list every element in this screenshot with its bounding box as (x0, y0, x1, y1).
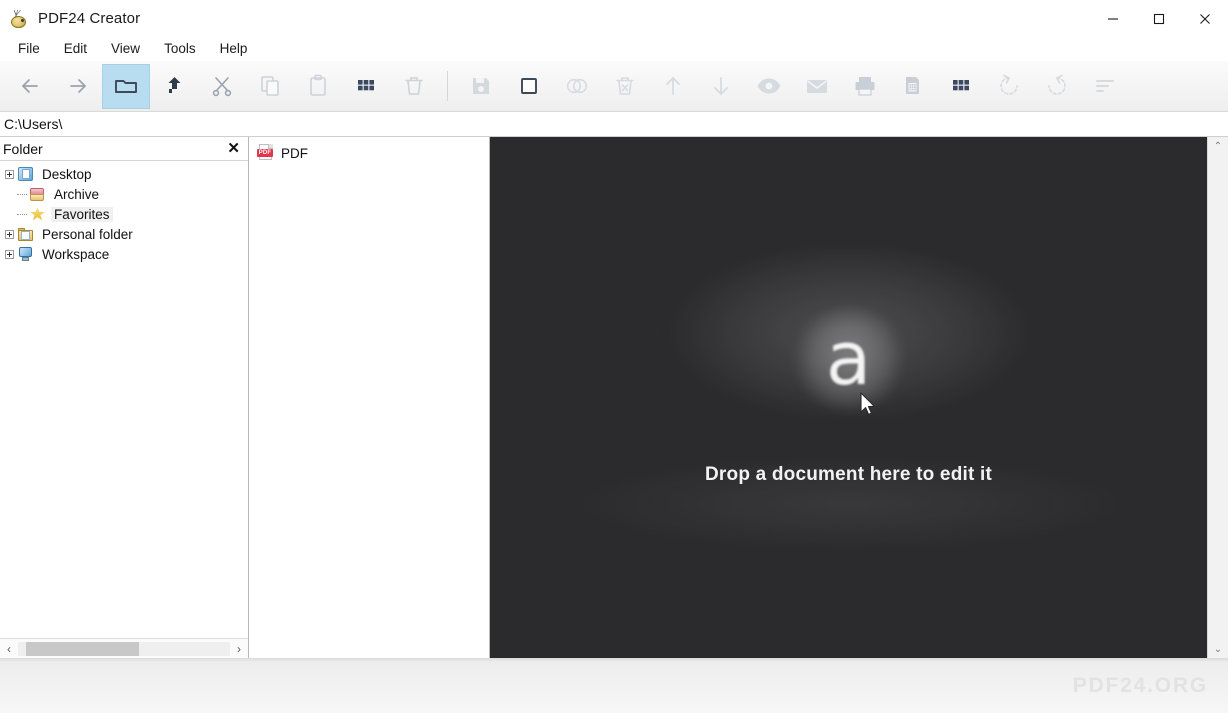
menu-item-help[interactable]: Help (208, 38, 260, 60)
scroll-down-icon[interactable]: ⌄ (1214, 640, 1222, 658)
tree-item-label: Personal folder (42, 226, 133, 242)
save-button[interactable] (457, 64, 505, 109)
drop-zone[interactable]: a Drop a document here to edit it (490, 137, 1207, 658)
close-icon[interactable]: ✕ (225, 141, 242, 156)
window-controls (1090, 0, 1228, 37)
menu-bar: File Edit View Tools Help (0, 37, 1228, 61)
expand-icon[interactable] (5, 249, 14, 259)
main-body: Folder ✕ Desktop Archive Favorites Perso… (0, 137, 1228, 658)
tree-item-label: Desktop (42, 166, 92, 182)
tree-connector (17, 213, 27, 215)
scrollbar-track[interactable] (18, 641, 230, 656)
folder-tree-panel: Folder ✕ Desktop Archive Favorites Perso… (0, 137, 249, 658)
brand-watermark: PDF24.ORG (1072, 674, 1208, 697)
delete-button[interactable] (390, 64, 438, 109)
viewer-vertical-scrollbar[interactable]: ⌃ ⌄ (1207, 137, 1228, 658)
star-icon (29, 206, 46, 222)
pages-grid-button[interactable] (937, 64, 985, 109)
archive-box-icon (29, 186, 46, 202)
back-button[interactable] (6, 64, 54, 109)
status-bar-seam (0, 659, 1228, 662)
fax-button[interactable] (889, 64, 937, 109)
pdf-badge-label: PDF (257, 149, 273, 157)
address-path: C:\Users\ (4, 116, 63, 132)
computer-icon (17, 246, 34, 262)
pdf24-creator-window: PDF24 Creator File Edit View Tools Help (0, 0, 1228, 713)
pdf-file-icon: PDF (257, 144, 274, 162)
file-list: PDF PDF (249, 137, 489, 658)
status-bar: PDF24.ORG (0, 658, 1228, 713)
rotate-left-button[interactable] (985, 64, 1033, 109)
tree-connector (17, 193, 27, 195)
scrollbar-thumb[interactable] (26, 641, 139, 656)
select-all-button[interactable] (505, 64, 553, 109)
expand-icon[interactable] (5, 229, 14, 239)
email-button[interactable] (793, 64, 841, 109)
folder-documents-icon (17, 226, 34, 242)
preview-button[interactable] (745, 64, 793, 109)
scroll-left-icon[interactable]: ‹ (0, 639, 18, 659)
menu-item-tools[interactable]: Tools (152, 38, 208, 60)
paste-button[interactable] (294, 64, 342, 109)
drop-zone-content: a Drop a document here to edit it (705, 300, 992, 486)
forward-button[interactable] (54, 64, 102, 109)
menu-item-edit[interactable]: Edit (52, 38, 99, 60)
scroll-right-icon[interactable]: › (230, 639, 248, 659)
file-name: PDF (281, 145, 308, 161)
folder-panel-title: Folder (3, 140, 43, 157)
expand-icon[interactable] (5, 169, 14, 179)
tree-item-label: Favorites (51, 206, 113, 222)
pdf24-hedgehog-icon (8, 8, 30, 30)
cut-button[interactable] (198, 64, 246, 109)
desktop-icon (17, 166, 34, 182)
tree-item-desktop[interactable]: Desktop (0, 164, 248, 184)
print-button[interactable] (841, 64, 889, 109)
tree-item-archive[interactable]: Archive (0, 184, 248, 204)
tree-item-personal-folder[interactable]: Personal folder (0, 224, 248, 244)
menu-item-file[interactable]: File (6, 38, 52, 60)
document-glyph-icon: a (789, 300, 908, 418)
copy-button[interactable] (246, 64, 294, 109)
tree-item-label: Workspace (42, 246, 110, 262)
maximize-icon[interactable] (1136, 0, 1182, 37)
tree-item-label: Archive (54, 186, 100, 202)
folder-tree-horizontal-scrollbar[interactable]: ‹ › (0, 638, 248, 658)
title-bar: PDF24 Creator (0, 0, 1228, 37)
tree-item-workspace[interactable]: Workspace (0, 244, 248, 264)
rotate-right-button[interactable] (1033, 64, 1081, 109)
window-title: PDF24 Creator (38, 10, 141, 27)
thumbnails-button[interactable] (342, 64, 390, 109)
address-bar[interactable]: C:\Users\ (0, 112, 1228, 137)
remove-button[interactable] (601, 64, 649, 109)
main-toolbar (0, 61, 1228, 112)
tree-item-favorites[interactable]: Favorites (0, 204, 248, 224)
close-icon[interactable] (1182, 0, 1228, 37)
file-list-panel: PDF PDF (249, 137, 490, 658)
menu-item-view[interactable]: View (99, 38, 152, 60)
glyph-letter: a (825, 315, 872, 402)
toolbar-separator (447, 71, 448, 101)
move-down-button[interactable] (697, 64, 745, 109)
document-viewer-area: a Drop a document here to edit it ⌃ ⌄ (490, 137, 1228, 658)
sort-button[interactable] (1081, 64, 1129, 109)
list-item[interactable]: PDF PDF (249, 142, 489, 164)
minimize-icon[interactable] (1090, 0, 1136, 37)
folder-tree: Desktop Archive Favorites Personal folde… (0, 161, 248, 638)
move-up2-button[interactable] (649, 64, 697, 109)
drop-zone-label: Drop a document here to edit it (705, 463, 992, 485)
merge-button[interactable] (553, 64, 601, 109)
move-up-button[interactable] (150, 64, 198, 109)
open-folder-button[interactable] (102, 63, 150, 109)
folder-panel-header: Folder ✕ (0, 137, 248, 161)
scroll-up-icon[interactable]: ⌃ (1214, 137, 1222, 155)
